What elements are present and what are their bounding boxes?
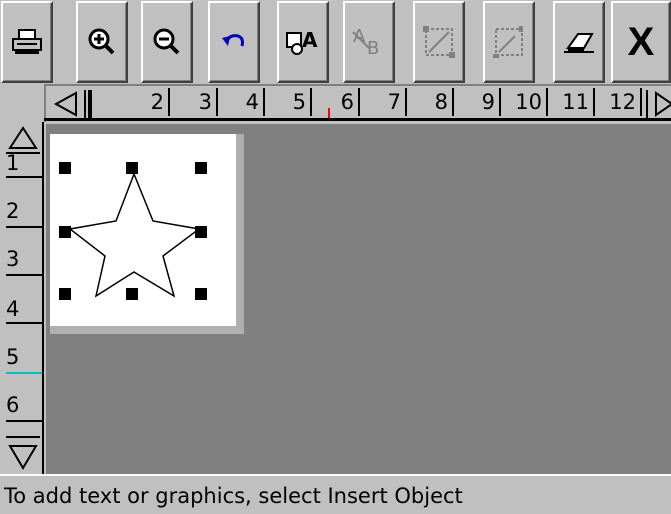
- vruler-position-marker: [6, 372, 42, 374]
- selection-handle: [126, 288, 138, 300]
- hruler-label: 3: [172, 88, 218, 116]
- triangle-right-icon: [655, 91, 671, 117]
- insert-object-icon: A: [286, 28, 318, 55]
- horizontal-ruler-track: 2 3 4 5 6 7 8 9 10 11 12: [44, 84, 671, 122]
- selection-handle: [195, 288, 207, 300]
- hruler-label: 11: [549, 88, 595, 116]
- hruler-label: 9: [455, 88, 501, 116]
- printer-icon: [12, 29, 42, 54]
- ruler-scroll-up-button[interactable]: [6, 124, 40, 154]
- align-object-icon: [423, 26, 455, 58]
- triangle-down-icon: [8, 445, 38, 470]
- hruler-label: 5: [266, 88, 312, 116]
- hruler-label: 4: [219, 88, 265, 116]
- svg-text:A: A: [302, 28, 318, 52]
- triangle-left-icon: [53, 91, 77, 117]
- horizontal-ruler: 2 3 4 5 6 7 8 9 10 11 12: [0, 84, 671, 122]
- zoom-in-button[interactable]: [76, 1, 128, 83]
- text-properties-icon: A B: [352, 26, 379, 58]
- vertical-ruler: 1 2 3 4 5 6: [0, 122, 44, 474]
- vruler-tick: [6, 176, 42, 178]
- text-properties-button[interactable]: A B: [343, 1, 395, 83]
- selection-handle: [59, 288, 71, 300]
- ruler-scroll-right-button[interactable]: [646, 90, 671, 118]
- left-margin-marker[interactable]: [88, 90, 92, 118]
- vruler-label: 1: [6, 151, 20, 175]
- hruler-position-marker: [328, 108, 330, 118]
- star-shape: [68, 171, 201, 298]
- vruler-label: 4: [6, 297, 20, 321]
- svg-text:B: B: [367, 38, 379, 58]
- hruler-label: 10: [502, 88, 548, 116]
- ruler-scroll-down-button[interactable]: [6, 436, 40, 472]
- hruler-label: 2: [124, 88, 170, 116]
- hruler-baseline: [44, 118, 671, 121]
- ruler-scroll-left-button[interactable]: [50, 90, 86, 118]
- selection-handle: [195, 162, 207, 174]
- resize-object-icon: [493, 26, 523, 58]
- hruler-label: 6: [314, 88, 360, 116]
- status-text: To add text or graphics, select Insert O…: [4, 484, 463, 508]
- selection-handle: [195, 226, 207, 238]
- triangle-up-icon: [8, 126, 38, 149]
- hruler-label: 12: [596, 88, 642, 116]
- hruler-label: 7: [361, 88, 407, 116]
- eraser-icon: [564, 33, 594, 53]
- close-icon: X: [627, 20, 655, 64]
- toolbar: A A B X: [0, 0, 671, 84]
- selection-handle: [126, 162, 138, 174]
- star-graphic[interactable]: [50, 134, 236, 326]
- label-canvas[interactable]: [46, 124, 671, 474]
- status-bar: To add text or graphics, select Insert O…: [0, 474, 671, 514]
- undo-button[interactable]: [208, 1, 260, 83]
- undo-icon: [222, 34, 244, 47]
- zoom-out-icon: [153, 28, 180, 55]
- vruler-tick: [6, 322, 42, 324]
- vruler-tick: [6, 420, 42, 422]
- align-object-button[interactable]: [413, 1, 465, 83]
- label-page[interactable]: [50, 134, 236, 326]
- vruler-tick: [6, 274, 42, 276]
- hruler-label: 8: [408, 88, 454, 116]
- print-button[interactable]: [1, 1, 53, 83]
- resize-object-button[interactable]: [483, 1, 535, 83]
- selection-handle: [59, 226, 71, 238]
- selection-handle: [59, 162, 71, 174]
- zoom-in-icon: [88, 28, 115, 55]
- zoom-out-button[interactable]: [141, 1, 193, 83]
- close-button[interactable]: X: [611, 1, 671, 83]
- eraser-button[interactable]: [553, 1, 605, 83]
- vruler-tick: [6, 226, 42, 228]
- insert-object-button[interactable]: A: [277, 1, 329, 83]
